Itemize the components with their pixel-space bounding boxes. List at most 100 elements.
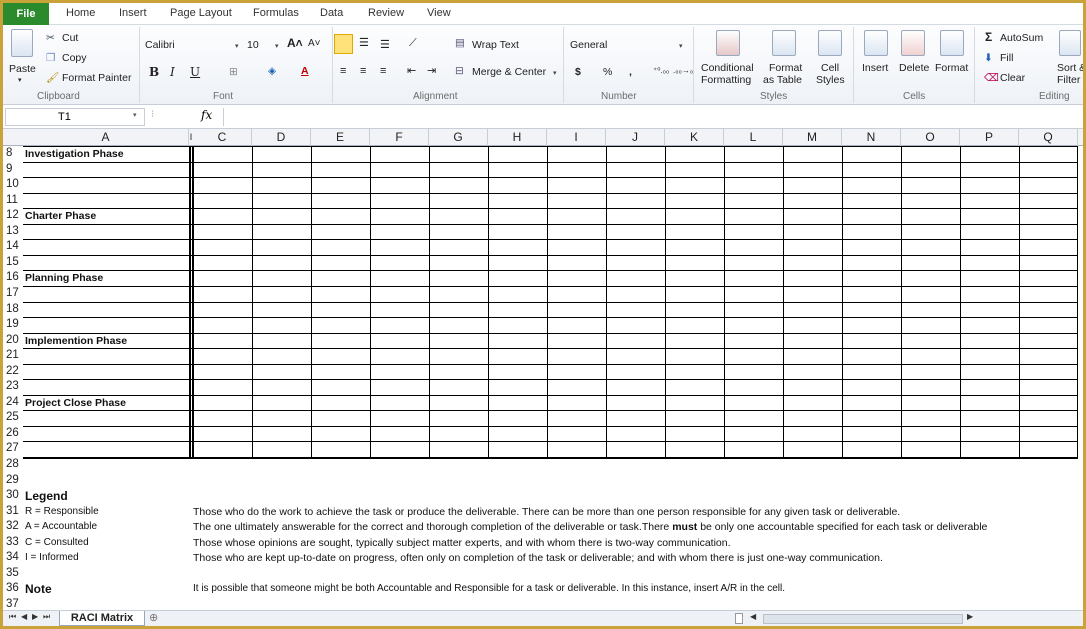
row-header-24[interactable]: 24: [3, 396, 23, 408]
chevron-down-icon[interactable]: ▾: [553, 68, 557, 80]
row-header-9[interactable]: 9: [3, 163, 23, 175]
sheet-nav-prev-icon[interactable]: ◀: [21, 612, 27, 621]
row-header-36[interactable]: 36: [3, 582, 23, 594]
row-header-26[interactable]: 26: [3, 427, 23, 439]
column-header-d[interactable]: D: [252, 129, 311, 146]
column-header-m[interactable]: M: [783, 129, 842, 146]
column-header-c[interactable]: C: [193, 129, 252, 146]
align-right-icon[interactable]: ≡: [380, 65, 386, 77]
format-cells-button[interactable]: Format: [935, 62, 968, 74]
row-header-23[interactable]: 23: [3, 380, 23, 392]
scrollbar-splitter[interactable]: [735, 613, 743, 624]
column-header-a[interactable]: A: [23, 129, 189, 146]
sheet-tab-raci-matrix[interactable]: RACI Matrix: [59, 611, 145, 626]
column-header-e[interactable]: E: [311, 129, 370, 146]
row-header-30[interactable]: 30: [3, 489, 23, 501]
row-header-27[interactable]: 27: [3, 442, 23, 454]
row-header-35[interactable]: 35: [3, 567, 23, 579]
column-header-f[interactable]: F: [370, 129, 429, 146]
sheet-nav-first-icon[interactable]: ⏮: [9, 612, 16, 622]
tab-formulas[interactable]: Formulas: [253, 7, 299, 19]
formula-input[interactable]: [223, 108, 1081, 126]
chevron-down-icon[interactable]: ▾: [133, 111, 137, 119]
row-header-13[interactable]: 13: [3, 225, 23, 237]
borders-icon[interactable]: ⊞: [229, 66, 238, 78]
sheet-nav-last-icon[interactable]: ⏭: [43, 612, 50, 622]
row-header-33[interactable]: 33: [3, 536, 23, 548]
column-header-j[interactable]: J: [606, 129, 665, 146]
tab-view[interactable]: View: [427, 7, 451, 19]
column-header-g[interactable]: G: [429, 129, 488, 146]
decrease-decimal-icon[interactable]: .₀₀→₀: [673, 65, 693, 77]
row-header-22[interactable]: 22: [3, 365, 23, 377]
cut-button[interactable]: Cut: [62, 32, 78, 44]
insert-function-button[interactable]: fx: [201, 108, 212, 122]
orientation-icon[interactable]: ⟋: [409, 37, 417, 49]
comma-button[interactable]: ,: [629, 66, 632, 78]
sort-filter-button[interactable]: Sort &: [1057, 62, 1083, 74]
row-header-8[interactable]: 8: [3, 147, 23, 159]
row-header-34[interactable]: 34: [3, 551, 23, 563]
tab-page-layout[interactable]: Page Layout: [170, 7, 232, 19]
column-header-o[interactable]: O: [901, 129, 960, 146]
number-format-select[interactable]: General: [570, 39, 607, 51]
row-header-14[interactable]: 14: [3, 240, 23, 252]
row-header-15[interactable]: 15: [3, 256, 23, 268]
tab-review[interactable]: Review: [368, 7, 404, 19]
chevron-down-icon[interactable]: ▾: [235, 41, 239, 53]
grow-font-icon[interactable]: A˄: [287, 37, 303, 49]
paste-dropdown-icon[interactable]: ▾: [18, 75, 22, 87]
align-middle-icon[interactable]: ☰: [359, 37, 369, 49]
fill-color-icon[interactable]: ◈: [268, 65, 276, 77]
sheet-nav-next-icon[interactable]: ▶: [32, 612, 38, 621]
fill-button[interactable]: Fill: [1000, 52, 1013, 64]
format-as-table-button[interactable]: Format: [769, 62, 802, 74]
tab-file[interactable]: File: [3, 3, 49, 25]
chevron-down-icon[interactable]: ▾: [275, 41, 279, 53]
tab-insert[interactable]: Insert: [119, 7, 147, 19]
delete-cells-button[interactable]: Delete: [899, 62, 929, 74]
decrease-indent-icon[interactable]: ⇤: [407, 65, 416, 77]
column-header-q[interactable]: Q: [1019, 129, 1078, 146]
increase-indent-icon[interactable]: ⇥: [427, 65, 436, 77]
column-header-i[interactable]: I: [547, 129, 606, 146]
tab-home[interactable]: Home: [66, 7, 95, 19]
column-header-p[interactable]: P: [960, 129, 1019, 146]
autosum-button[interactable]: AutoSum: [1000, 32, 1043, 44]
align-top-icon[interactable]: [334, 34, 353, 54]
format-painter-button[interactable]: Format Painter: [62, 72, 131, 84]
row-header-19[interactable]: 19: [3, 318, 23, 330]
scroll-right-icon[interactable]: ▶: [967, 612, 973, 621]
new-sheet-icon[interactable]: ⊕: [149, 611, 158, 624]
percent-button[interactable]: %: [603, 66, 612, 78]
copy-button[interactable]: Copy: [62, 52, 87, 64]
wrap-text-button[interactable]: Wrap Text: [472, 39, 519, 51]
align-left-icon[interactable]: ≡: [340, 65, 346, 77]
worksheet-grid[interactable]: 8 9 10 11 12 13 14 15 16 17 18 19 20 21 22 23 24 25 26 27 28…: [3, 146, 1083, 610]
clear-button[interactable]: Clear: [1000, 72, 1025, 84]
row-header-10[interactable]: 10: [3, 178, 23, 190]
cell-styles-button[interactable]: Cell: [821, 62, 839, 74]
merge-center-button[interactable]: Merge & Center: [472, 66, 546, 78]
name-box[interactable]: T1: [5, 108, 145, 126]
row-header-29[interactable]: 29: [3, 474, 23, 486]
align-bottom-icon[interactable]: ☰: [380, 39, 390, 51]
conditional-formatting-button[interactable]: Conditional: [701, 62, 754, 74]
row-header-25[interactable]: 25: [3, 411, 23, 423]
row-header-16[interactable]: 16: [3, 271, 23, 283]
row-header-32[interactable]: 32: [3, 520, 23, 532]
row-header-28[interactable]: 28: [3, 458, 23, 470]
row-header-20[interactable]: 20: [3, 334, 23, 346]
underline-button[interactable]: U: [190, 66, 200, 78]
column-header-h[interactable]: H: [488, 129, 547, 146]
chevron-down-icon[interactable]: ▾: [679, 41, 683, 53]
align-center-icon[interactable]: ≡: [360, 65, 366, 77]
column-header-k[interactable]: K: [665, 129, 724, 146]
row-header-12[interactable]: 12: [3, 209, 23, 221]
row-header-18[interactable]: 18: [3, 303, 23, 315]
row-header-37[interactable]: 37: [3, 598, 23, 610]
currency-button[interactable]: $: [575, 66, 581, 78]
font-name-select[interactable]: Calibri: [145, 39, 175, 51]
row-header-31[interactable]: 31: [3, 505, 23, 517]
horizontal-scrollbar[interactable]: [763, 614, 963, 624]
